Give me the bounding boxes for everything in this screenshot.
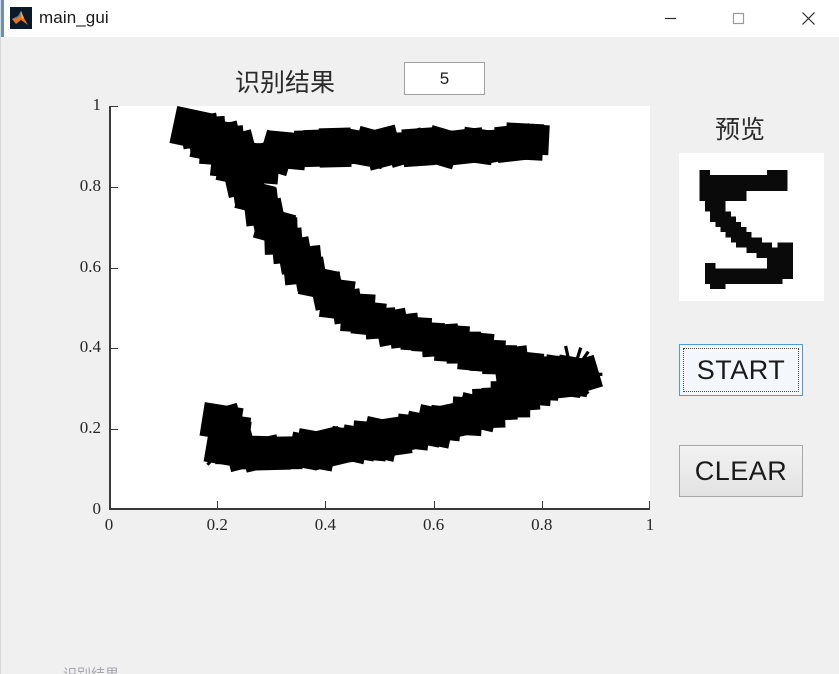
bottom-clipped-text: 识别结果 (63, 666, 119, 674)
clear-button[interactable]: CLEAR (679, 445, 803, 497)
maximize-icon (732, 12, 745, 25)
close-icon (802, 12, 815, 25)
close-button[interactable] (785, 0, 832, 37)
y-axis-line (109, 106, 111, 510)
x-axis-tick-label: 0.6 (422, 515, 445, 534)
y-axis-tick (111, 267, 118, 269)
main-window: main_gui 识别结果 5 0 0.2 0.4 0.6 0.8 1 0 0.… (0, 0, 839, 674)
maximize-button[interactable] (715, 0, 762, 37)
recognition-result-label: 识别结果 (235, 68, 336, 97)
drawing-canvas-axes[interactable]: 0 0.2 0.4 0.6 0.8 1 0 0.2 0.4 0.6 0.8 1 (80, 95, 655, 534)
x-axis-tick (217, 501, 219, 508)
x-axis-tick (109, 501, 110, 508)
matlab-icon (10, 7, 32, 29)
x-axis-tick-label: 0.8 (531, 515, 553, 534)
x-axis-tick-label: 0.2 (206, 515, 228, 534)
preview-digit-image (679, 154, 824, 300)
x-axis-tick (325, 501, 327, 508)
y-axis-tick-label: 0.2 (79, 418, 101, 438)
y-axis-tick (111, 429, 118, 431)
recognition-result-value[interactable]: 5 (404, 62, 485, 95)
start-button[interactable]: START (679, 344, 803, 396)
x-axis-line (109, 508, 650, 510)
y-axis-tick (111, 348, 118, 350)
x-axis-tick-label: 1 (645, 515, 655, 534)
x-axis-tick (541, 501, 543, 508)
preview-title: 预览 (715, 115, 766, 144)
title-accent-bar (1, 0, 4, 37)
x-axis-tick (433, 501, 435, 508)
window-title: main_gui (39, 8, 109, 27)
ink-marker (516, 123, 550, 156)
y-axis-tick (111, 106, 118, 107)
y-axis-tick-label: 1 (92, 95, 102, 114)
ink-spike (572, 372, 603, 377)
ink-strokes (169, 106, 603, 473)
x-axis-tick (649, 501, 650, 508)
y-axis-tick (111, 509, 118, 510)
preview-thumbnail (679, 153, 824, 301)
x-axis-tick-label: 0.4 (314, 515, 337, 534)
y-axis-tick-label: 0.8 (79, 175, 101, 195)
minimize-icon (665, 17, 676, 20)
start-button-label: START (696, 354, 786, 385)
title-bar: main_gui (1, 0, 839, 37)
minimize-button[interactable] (647, 0, 694, 37)
y-axis-tick (111, 186, 118, 188)
y-axis-tick-label: 0.6 (79, 256, 101, 276)
x-axis-tick-label: 0 (104, 515, 114, 534)
y-axis-tick-label: 0.4 (79, 337, 101, 357)
ink-stroke (199, 354, 593, 473)
clear-button-label: CLEAR (694, 455, 788, 486)
drawing-canvas[interactable] (109, 106, 650, 510)
